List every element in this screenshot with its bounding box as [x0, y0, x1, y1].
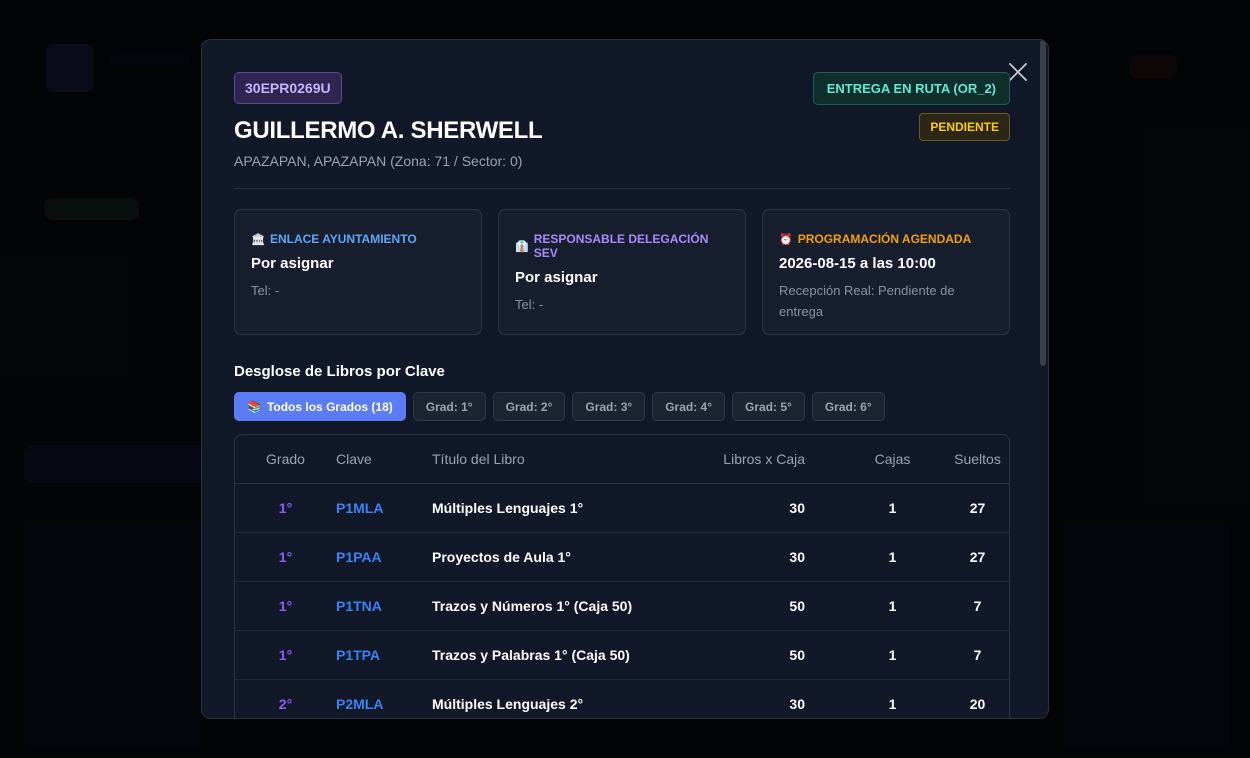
cell-key: P1PAA [336, 532, 432, 582]
cell-boxes: 1 [839, 581, 946, 631]
route-status-badge: ENTREGA EN RUTA (OR_2) [812, 72, 1010, 105]
cell-books-per-box: 30 [698, 532, 839, 582]
table-row: 1° P1PAA Proyectos de Aula 1° 30 1 27 [235, 532, 1009, 582]
cell-grade: 2° [235, 679, 336, 718]
cell-loose: 20 [946, 679, 1009, 718]
card-value: Por asignar [515, 269, 598, 286]
card-phone: Tel: - [515, 297, 544, 312]
cell-key: P1TNA [336, 581, 432, 631]
modal-content: 30EPR0269U ENTREGA EN RUTA (OR_2) PENDIE… [234, 72, 1010, 718]
cell-loose: 7 [946, 581, 1009, 631]
filter-label: Todos los Grados (18) [266, 399, 393, 414]
card-header: 🏛 ENLACE AYUNTAMIENTO [251, 232, 465, 246]
cell-books-per-box: 30 [698, 483, 839, 533]
table-header-row: Grado Clave Título del Libro Libros x Ca… [235, 435, 1009, 484]
books-icon: 📚 [247, 399, 262, 414]
info-cards: 🏛 ENLACE AYUNTAMIENTO Por asignar Tel: -… [234, 209, 1010, 335]
school-name: GUILLERMO A. SHERWELL [234, 117, 543, 144]
card-title: ENLACE AYUNTAMIENTO [269, 232, 417, 246]
card-header: 👔 RESPONSABLE DELEGACIÓN SEV [515, 232, 729, 260]
card-value: 2026-08-15 a las 10:00 [779, 255, 936, 272]
cell-key: P1MLA [336, 483, 432, 533]
cell-books-per-box: 50 [698, 581, 839, 631]
card-phone: Tel: - [251, 283, 280, 298]
card-header: ⏰ PROGRAMACIÓN AGENDADA [779, 232, 993, 246]
card-title: RESPONSABLE DELEGACIÓN SEV [533, 232, 709, 260]
cell-boxes: 1 [839, 483, 946, 533]
cell-grade: 1° [235, 532, 336, 582]
col-header-title[interactable]: Título del Libro [432, 435, 698, 484]
card-value: Por asignar [251, 255, 334, 272]
header-divider [234, 188, 1010, 189]
books-table: Grado Clave Título del Libro Libros x Ca… [235, 435, 1009, 718]
col-header-boxes[interactable]: Cajas [839, 435, 946, 484]
cell-grade: 1° [235, 483, 336, 533]
cell-boxes: 1 [839, 679, 946, 718]
filter-grade-1[interactable]: Grad: 1° [412, 392, 486, 421]
card-reception-status: Recepción Real: Pendiente de entrega [779, 283, 955, 319]
cell-loose: 7 [946, 630, 1009, 680]
close-icon[interactable] [1007, 61, 1029, 83]
manager-icon: 👔 [515, 240, 529, 253]
table-row: 1° P1MLA Múltiples Lenguajes 1° 30 1 27 [235, 483, 1009, 533]
col-header-grade[interactable]: Grado [235, 435, 336, 484]
filter-grade-6[interactable]: Grad: 6° [811, 392, 885, 421]
cell-books-per-box: 50 [698, 630, 839, 680]
books-table-container[interactable]: Grado Clave Título del Libro Libros x Ca… [234, 434, 1010, 718]
school-location: APAZAPAN, APAZAPAN (Zona: 71 / Sector: 0… [234, 153, 523, 169]
col-header-key[interactable]: Clave [336, 435, 432, 484]
modal-scrollbar[interactable] [1040, 40, 1046, 366]
cell-key: P1TPA [336, 630, 432, 680]
filter-grade-3[interactable]: Grad: 3° [572, 392, 646, 421]
cell-title: Trazos y Palabras 1° (Caja 50) [432, 630, 698, 680]
cell-loose: 27 [946, 483, 1009, 533]
school-detail-modal: 30EPR0269U ENTREGA EN RUTA (OR_2) PENDIE… [201, 39, 1049, 719]
cell-books-per-box: 30 [698, 679, 839, 718]
cell-boxes: 1 [839, 630, 946, 680]
card-schedule: ⏰ PROGRAMACIÓN AGENDADA 2026-08-15 a las… [762, 209, 1010, 335]
cell-title: Proyectos de Aula 1° [432, 532, 698, 582]
pending-status-badge: PENDIENTE [919, 113, 1010, 141]
card-title: PROGRAMACIÓN AGENDADA [797, 232, 972, 246]
filter-grade-5[interactable]: Grad: 5° [732, 392, 805, 421]
table-row: 2° P2MLA Múltiples Lenguajes 2° 30 1 20 [235, 679, 1009, 718]
card-city-liaison: 🏛 ENLACE AYUNTAMIENTO Por asignar Tel: - [234, 209, 482, 335]
alarm-clock-icon: ⏰ [779, 233, 793, 246]
cell-grade: 1° [235, 630, 336, 680]
cell-loose: 27 [946, 532, 1009, 582]
filter-all-grades[interactable]: 📚 Todos los Grados (18) [234, 392, 406, 421]
cell-title: Trazos y Números 1° (Caja 50) [432, 581, 698, 631]
cell-title: Múltiples Lenguajes 2° [432, 679, 698, 718]
table-row: 1° P1TNA Trazos y Números 1° (Caja 50) 5… [235, 581, 1009, 631]
col-header-loose[interactable]: Sueltos [946, 435, 1009, 484]
cell-boxes: 1 [839, 532, 946, 582]
modal-header: 30EPR0269U ENTREGA EN RUTA (OR_2) PENDIE… [234, 72, 1010, 169]
books-section-title: Desglose de Libros por Clave [234, 363, 445, 380]
grade-filters: 📚 Todos los Grados (18) Grad: 1° Grad: 2… [234, 392, 1010, 421]
school-code-badge: 30EPR0269U [234, 72, 342, 104]
cell-key: P2MLA [336, 679, 432, 718]
cell-title: Múltiples Lenguajes 1° [432, 483, 698, 533]
city-hall-icon: 🏛 [251, 233, 265, 246]
cell-grade: 1° [235, 581, 336, 631]
table-row: 1° P1TPA Trazos y Palabras 1° (Caja 50) … [235, 630, 1009, 680]
col-header-books-per-box[interactable]: Libros x Caja [698, 435, 839, 484]
filter-grade-4[interactable]: Grad: 4° [652, 392, 725, 421]
filter-grade-2[interactable]: Grad: 2° [492, 392, 566, 421]
card-delegation-manager: 👔 RESPONSABLE DELEGACIÓN SEV Por asignar… [498, 209, 746, 335]
